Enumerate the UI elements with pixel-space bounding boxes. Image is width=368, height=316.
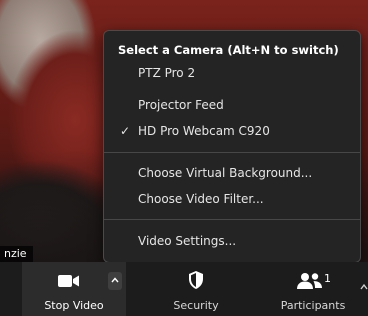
participant-name-tag: nzie xyxy=(0,246,33,262)
participants-icon xyxy=(297,273,322,289)
check-icon: ✓ xyxy=(120,124,131,138)
video-options-caret[interactable] xyxy=(108,272,122,290)
camera-menu-header: Select a Camera (Alt+N to switch) xyxy=(118,43,339,57)
stop-video-button[interactable]: Stop Video xyxy=(22,262,126,316)
shield-icon xyxy=(189,271,203,289)
camera-option-hd-pro-webcam[interactable]: ✓ HD Pro Webcam C920 xyxy=(104,120,360,142)
meeting-toolbar: Stop Video Security 1 Participants xyxy=(0,262,368,316)
security-button[interactable]: Security xyxy=(158,262,234,316)
menu-item-label: Choose Virtual Background... xyxy=(138,166,313,180)
video-camera-icon xyxy=(58,275,79,287)
chevron-up-icon[interactable] xyxy=(360,278,368,294)
camera-menu: Select a Camera (Alt+N to switch) PTZ Pr… xyxy=(103,30,361,263)
participants-button[interactable]: 1 Participants xyxy=(270,262,356,316)
camera-option-ptz-pro-2[interactable]: PTZ Pro 2 xyxy=(104,62,360,84)
camera-option-label: HD Pro Webcam C920 xyxy=(138,124,270,138)
participants-label: Participants xyxy=(280,299,346,312)
choose-video-filter-item[interactable]: Choose Video Filter... xyxy=(104,188,360,210)
menu-divider xyxy=(104,219,360,220)
participants-count: 1 xyxy=(324,272,331,285)
camera-option-projector-feed[interactable]: Projector Feed xyxy=(104,94,360,116)
video-settings-item[interactable]: Video Settings... xyxy=(104,230,360,252)
menu-item-label: Choose Video Filter... xyxy=(138,192,264,206)
menu-divider xyxy=(104,152,360,153)
menu-item-label: Video Settings... xyxy=(138,234,237,248)
choose-virtual-background-item[interactable]: Choose Virtual Background... xyxy=(104,162,360,184)
camera-option-label: PTZ Pro 2 xyxy=(138,66,196,80)
chevron-up-icon xyxy=(111,277,119,283)
camera-option-label: Projector Feed xyxy=(138,98,224,112)
stop-video-label: Stop Video xyxy=(44,299,104,312)
security-label: Security xyxy=(173,299,219,312)
